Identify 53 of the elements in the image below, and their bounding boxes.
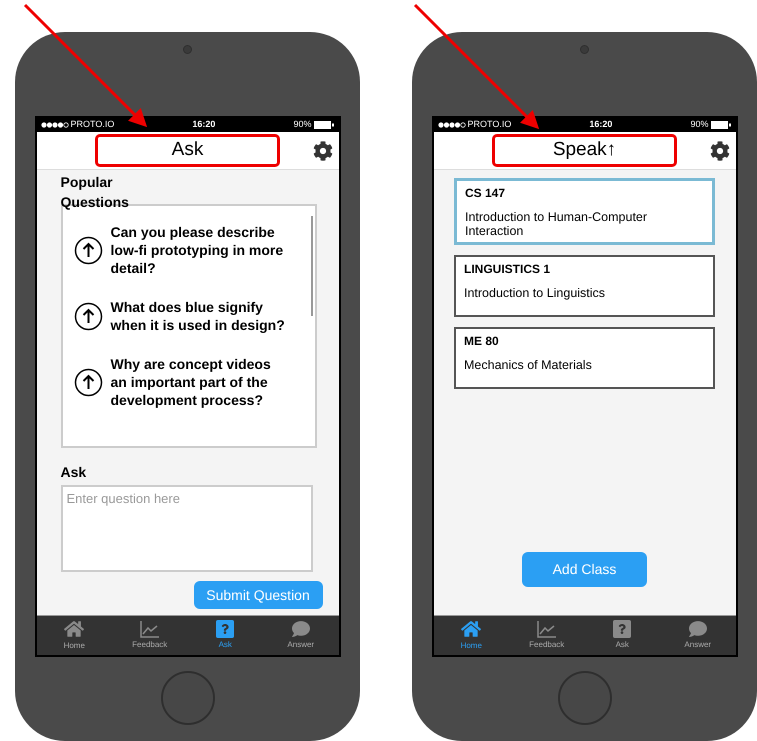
question-field[interactable]: Enter question here <box>60 485 312 572</box>
section-heading: Popular Questions <box>60 173 130 212</box>
carrier-label: PROTO.IO <box>468 118 512 132</box>
tab-item[interactable]: Ask <box>584 616 660 655</box>
battery-label: 90% <box>293 118 312 132</box>
upvote-icon[interactable] <box>74 236 102 264</box>
class-code: CS 147 <box>465 185 506 202</box>
class-name: Mechanics of Materials <box>464 358 593 372</box>
question-text[interactable]: Can you please describe low-fi prototyping in more detail? <box>110 223 288 277</box>
speaker-icon <box>580 45 589 54</box>
settings-icon[interactable] <box>312 141 332 161</box>
line-chart-icon <box>536 620 557 638</box>
question-icon <box>216 620 234 638</box>
home-icon <box>64 619 84 639</box>
tab-item[interactable]: Feedback <box>112 616 188 655</box>
class-card[interactable]: LINGUISTICS 1 Introduction to Linguistics <box>454 255 715 317</box>
battery-icon <box>711 121 732 129</box>
class-code: LINGUISTICS 1 <box>464 261 552 278</box>
battery-label: 90% <box>690 118 708 132</box>
field-label: Ask <box>60 463 88 482</box>
question-text[interactable]: Why are concept videos an important part of the development process? <box>110 355 288 409</box>
screen-title: Ask <box>172 138 204 162</box>
signal-icon <box>438 122 466 128</box>
class-code: ME 80 <box>464 333 500 350</box>
home-icon <box>461 619 482 639</box>
upvote-icon[interactable] <box>74 302 102 330</box>
speech-bubble-icon <box>688 620 708 638</box>
settings-icon[interactable] <box>710 141 730 161</box>
upvote-icon[interactable] <box>74 368 102 396</box>
status-time: 16:20 <box>192 118 216 132</box>
signal-icon <box>40 122 68 128</box>
class-name: Introduction to Human-Computer Interaction <box>465 210 648 238</box>
line-chart-icon <box>140 620 160 638</box>
question-icon <box>613 620 632 638</box>
tab-item[interactable]: Answer <box>263 616 338 655</box>
screen-title: Speak↑ <box>552 138 616 162</box>
class-card[interactable]: ME 80 Mechanics of Materials <box>454 327 715 389</box>
tab-item[interactable]: Home <box>36 616 112 655</box>
battery-icon <box>314 121 334 129</box>
question-text[interactable]: What does blue signify when it is used in design? <box>110 298 288 334</box>
class-name: Introduction to Linguistics <box>464 286 606 300</box>
class-card[interactable]: CS 147 Introduction to Human-Computer Interaction <box>454 178 715 245</box>
submit-button[interactable]: Submit Question <box>194 581 322 609</box>
status-time: 16:20 <box>589 118 612 132</box>
tab-item[interactable]: Feedback <box>509 616 584 655</box>
tab-item[interactable]: Home <box>434 616 509 655</box>
tab-item[interactable]: Ask <box>188 616 263 655</box>
carrier-label: PROTO.IO <box>70 118 114 132</box>
speech-bubble-icon <box>290 620 311 638</box>
add-class-button[interactable]: Add Class <box>522 552 647 587</box>
speaker-icon <box>183 45 192 54</box>
scrollbar[interactable] <box>310 216 312 316</box>
tab-item[interactable]: Answer <box>660 616 736 655</box>
